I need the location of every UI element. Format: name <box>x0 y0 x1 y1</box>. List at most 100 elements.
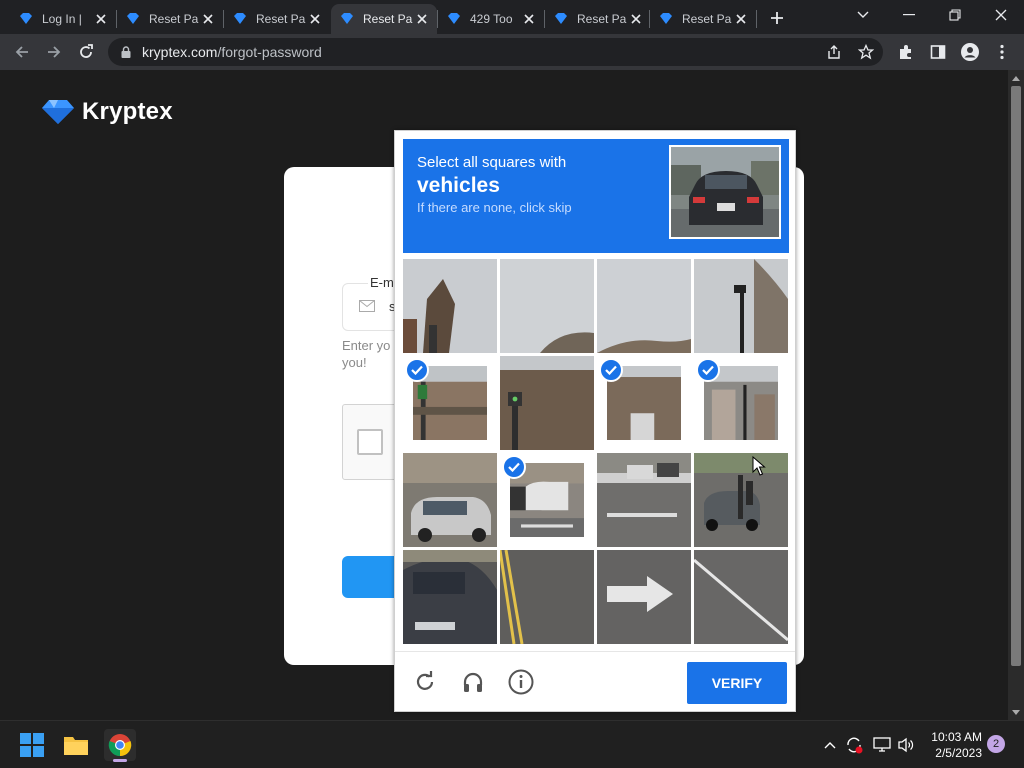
minimize-button[interactable] <box>886 0 932 30</box>
scroll-down-arrow-icon[interactable] <box>1011 707 1021 717</box>
captcha-tile[interactable] <box>500 453 594 547</box>
captcha-tile[interactable] <box>403 550 497 644</box>
captcha-tile[interactable] <box>694 356 788 450</box>
captcha-challenge: Select all squares with vehicles If ther… <box>394 130 796 712</box>
tab-reset-password-3[interactable]: Reset Pa <box>545 4 651 34</box>
extensions-button[interactable] <box>892 38 920 66</box>
tile-selected-check-icon <box>405 358 429 382</box>
new-tab-button[interactable] <box>764 5 790 31</box>
close-tab-icon[interactable] <box>522 12 536 26</box>
captcha-tile[interactable] <box>694 259 788 353</box>
share-button[interactable] <box>820 38 848 66</box>
scroll-up-arrow-icon[interactable] <box>1011 73 1021 83</box>
kebab-menu-icon <box>1000 44 1004 60</box>
tab-429-too-many[interactable]: 429 Too <box>438 4 544 34</box>
captcha-tile[interactable] <box>694 453 788 547</box>
info-button[interactable] <box>507 668 535 696</box>
kryptex-favicon-icon <box>448 13 460 24</box>
captcha-tile[interactable] <box>500 356 594 450</box>
close-tab-icon[interactable] <box>415 12 429 26</box>
close-window-button[interactable] <box>978 0 1024 30</box>
reload-icon <box>80 44 93 58</box>
address-bar[interactable]: kryptex.com/forgot-password <box>108 38 883 66</box>
close-icon <box>995 9 1007 21</box>
kryptex-favicon-icon <box>127 13 139 24</box>
side-panel-icon <box>930 45 946 59</box>
bookmark-button[interactable] <box>852 38 880 66</box>
volume-icon[interactable] <box>896 735 916 755</box>
close-tab-icon[interactable] <box>629 12 643 26</box>
tab-reset-password-4[interactable]: Reset Pa <box>650 4 756 34</box>
tab-strip: Log In | Reset Pa Reset Pa Reset Pa 429 … <box>0 0 1024 34</box>
url-text: kryptex.com/forgot-password <box>142 44 322 60</box>
clock-date: 2/5/2023 <box>935 746 982 760</box>
captcha-tile[interactable] <box>500 259 594 353</box>
forward-button[interactable] <box>40 38 68 66</box>
audio-icon <box>463 672 483 692</box>
profile-button[interactable] <box>956 38 984 66</box>
verify-button[interactable]: VERIFY <box>687 662 787 704</box>
scrollbar-thumb[interactable] <box>1011 86 1021 666</box>
captcha-header: Select all squares with vehicles If ther… <box>403 139 789 253</box>
system-clock[interactable]: 10:03 AM 2/5/2023 <box>924 729 982 761</box>
share-icon <box>828 45 840 59</box>
network-icon[interactable] <box>872 735 892 755</box>
puzzle-icon <box>900 45 911 59</box>
tab-log-in[interactable]: Log In | <box>10 4 116 34</box>
tile-image <box>597 259 691 353</box>
reload-button[interactable] <box>72 38 100 66</box>
captcha-tile[interactable] <box>500 550 594 644</box>
back-button[interactable] <box>8 38 36 66</box>
captcha-tile[interactable] <box>597 453 691 547</box>
tile-image <box>403 259 497 353</box>
audio-challenge-button[interactable] <box>459 668 487 696</box>
browser-toolbar: kryptex.com/forgot-password <box>0 34 1024 70</box>
tile-image <box>403 550 497 644</box>
reload-challenge-button[interactable] <box>411 668 439 696</box>
sample-image <box>669 145 781 239</box>
tile-image <box>694 453 788 547</box>
chevron-down-icon <box>857 11 869 18</box>
recaptcha-checkbox[interactable] <box>357 429 383 455</box>
captcha-tile[interactable] <box>597 550 691 644</box>
chevron-up-icon <box>824 742 836 749</box>
page-scrollbar[interactable] <box>1008 70 1024 720</box>
sync-status-icon[interactable] <box>844 735 864 755</box>
clock-time: 10:03 AM <box>931 730 982 744</box>
tab-reset-password-active[interactable]: Reset Pa <box>331 4 437 34</box>
minimize-icon <box>903 14 915 16</box>
kryptex-favicon-icon <box>555 13 567 24</box>
show-hidden-icons-button[interactable] <box>820 735 840 755</box>
close-tab-icon[interactable] <box>308 12 322 26</box>
tab-reset-password-2[interactable]: Reset Pa <box>224 4 330 34</box>
captcha-tile[interactable] <box>403 356 497 450</box>
kryptex-diamond-icon <box>42 100 74 124</box>
close-tab-icon[interactable] <box>94 12 108 26</box>
file-explorer-button[interactable] <box>60 729 92 761</box>
captcha-tile[interactable] <box>694 550 788 644</box>
tile-image <box>500 356 594 450</box>
close-tab-icon[interactable] <box>201 12 215 26</box>
side-panel-button[interactable] <box>924 38 952 66</box>
notification-badge[interactable]: 2 <box>987 735 1005 753</box>
kryptex-favicon-icon <box>234 13 246 24</box>
captcha-tile[interactable] <box>597 259 691 353</box>
restore-button[interactable] <box>932 0 978 30</box>
captcha-tile[interactable] <box>597 356 691 450</box>
kryptex-logo[interactable]: Kryptex <box>40 98 173 126</box>
kryptex-favicon-icon <box>20 13 32 24</box>
menu-button[interactable] <box>988 38 1016 66</box>
start-button[interactable] <box>16 729 48 761</box>
info-icon <box>508 669 534 695</box>
hint-text: Enter yo you! <box>342 338 391 370</box>
tab-reset-password-1[interactable]: Reset Pa <box>117 4 223 34</box>
instruction-keyword: vehicles <box>417 174 500 197</box>
captcha-tile[interactable] <box>403 453 497 547</box>
captcha-tile[interactable] <box>403 259 497 353</box>
chrome-taskbar-button[interactable] <box>104 729 136 762</box>
tab-search-button[interactable] <box>840 0 886 30</box>
reload-icon <box>416 671 434 690</box>
captcha-footer: VERIFY <box>395 651 795 711</box>
close-tab-icon[interactable] <box>734 12 748 26</box>
email-label: E-m <box>368 275 396 290</box>
